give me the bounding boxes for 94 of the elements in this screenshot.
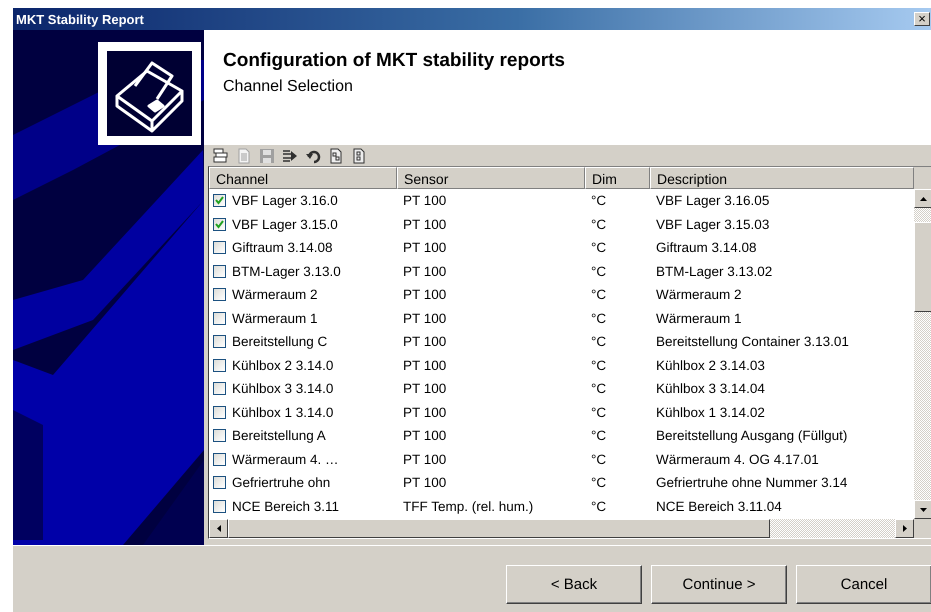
table-cell-text: PT 100 xyxy=(402,287,448,302)
table-cell-text: °C xyxy=(590,404,608,420)
table-cell-text: °C xyxy=(590,216,608,232)
table-cell-text: TFF Temp. (rel. hum.) xyxy=(402,498,534,514)
page-title: Configuration of MKT stability reports xyxy=(223,50,566,72)
table-cell-text: °C xyxy=(590,287,608,302)
table-cell-text: Wärmeraum 1 xyxy=(655,310,743,326)
window-title: MKT Stability Report xyxy=(16,12,144,26)
table-cell-text: °C xyxy=(590,381,608,396)
checkbox[interactable] xyxy=(213,358,226,372)
table-cell-text: PT 100 xyxy=(402,475,448,490)
table-cell-text: PT 100 xyxy=(402,428,448,444)
checkbox[interactable] xyxy=(213,476,226,490)
table-cell-text: BTM-Lager 3.13.02 xyxy=(655,264,774,279)
checkbox[interactable] xyxy=(213,241,226,254)
table-cell: NCE Bereich 3.11 xyxy=(232,498,340,514)
arrow-icon xyxy=(282,148,298,164)
table-cell-text: PT 100 xyxy=(402,240,448,256)
table-cell: Bereitstellung C xyxy=(232,334,328,350)
checkbox[interactable] xyxy=(213,218,226,231)
table-cell: BTM-Lager 3.13.0 xyxy=(232,264,341,279)
checkbox[interactable] xyxy=(213,335,226,348)
table-cell-text: PT 100 xyxy=(402,404,448,420)
table-cell-text: PT 100 xyxy=(402,310,448,326)
table-cell-text: VBF Lager 3.15.03 xyxy=(655,216,770,232)
table-cell-text: Wärmeraum 4. OG 4.17.01 xyxy=(655,452,820,467)
table-cell: Giftraum 3.14.08 xyxy=(232,240,333,256)
table-cell-text: Kühlbox 1 3.14.02 xyxy=(655,404,766,420)
table-cell-text: Giftraum 3.14.08 xyxy=(655,240,758,256)
column-header[interactable]: Dim xyxy=(585,167,650,189)
table-cell-text: PT 100 xyxy=(402,334,448,350)
table-cell-text: Bereitstellung Ausgang (Füllgut) xyxy=(655,428,848,444)
table-cell-text: PT 100 xyxy=(402,264,448,279)
table-cell-text: PT 100 xyxy=(402,193,448,208)
horizontal-scrollbar[interactable] xyxy=(209,519,931,538)
document-icon xyxy=(236,148,252,164)
table-cell-text: °C xyxy=(590,475,608,490)
table-cell: VBF Lager 3.16.0 xyxy=(232,193,338,208)
table-cell-text: °C xyxy=(590,498,608,514)
table-cell-text: °C xyxy=(590,358,608,373)
checkbox[interactable] xyxy=(213,429,226,442)
table-cell-text: PT 100 xyxy=(402,358,448,373)
page-subtitle: Channel Selection xyxy=(223,78,354,96)
columns-icon xyxy=(213,148,229,164)
checkbox[interactable] xyxy=(213,500,226,513)
table-cell-text: °C xyxy=(590,452,608,467)
printer-icon xyxy=(107,51,192,136)
checkbox[interactable] xyxy=(213,382,226,396)
up-arrow-icon xyxy=(920,196,927,200)
table-cell-text: PT 100 xyxy=(402,216,448,232)
table-cell: Wärmeraum 1 xyxy=(232,310,318,326)
table-cell: Bereitstellung A xyxy=(232,428,326,444)
save-icon xyxy=(259,148,275,164)
left-arrow-icon xyxy=(216,525,220,532)
table-cell-text: VBF Lager 3.16.05 xyxy=(655,193,770,208)
checkbox[interactable] xyxy=(213,288,226,302)
table-cell-text: °C xyxy=(590,193,608,208)
table-cell: Kühlbox 2 3.14.0 xyxy=(232,358,334,373)
table-cell: Kühlbox 1 3.14.0 xyxy=(232,404,334,420)
dialog-button[interactable]: < Back xyxy=(506,565,642,604)
table-cell-text: Kühlbox 2 3.14.03 xyxy=(655,358,766,373)
checkbox[interactable] xyxy=(213,312,226,325)
document-icon xyxy=(328,148,344,164)
checkbox[interactable] xyxy=(213,406,226,419)
table-cell-text: °C xyxy=(590,334,608,350)
vertical-scrollbar[interactable] xyxy=(914,189,931,519)
table-cell-text: NCE Bereich 3.11.04 xyxy=(655,498,783,514)
table-cell: Wärmeraum 4. … xyxy=(232,452,339,467)
table-cell-text: °C xyxy=(590,310,608,326)
document-icon xyxy=(351,148,367,164)
dialog-button[interactable]: Cancel xyxy=(796,565,931,604)
table-cell-text: Bereitstellung Container 3.13.01 xyxy=(655,334,850,350)
dialog-button[interactable]: Continue > xyxy=(651,565,787,604)
table-cell: Wärmeraum 2 xyxy=(232,287,318,302)
right-arrow-icon xyxy=(902,525,906,532)
checkbox[interactable] xyxy=(213,264,226,278)
table-cell-text: PT 100 xyxy=(402,381,448,396)
table-cell-text: °C xyxy=(590,264,608,279)
column-header[interactable]: Sensor xyxy=(397,167,585,189)
table-cell-text: °C xyxy=(590,240,608,256)
table-cell-text: Gefriertruhe ohne Nummer 3.14 xyxy=(655,475,848,490)
down-arrow-icon xyxy=(920,508,927,512)
column-header[interactable]: Description xyxy=(650,167,914,189)
table-cell-text: PT 100 xyxy=(402,452,448,467)
column-header[interactable]: Channel xyxy=(209,167,397,189)
table-cell: VBF Lager 3.15.0 xyxy=(232,216,338,232)
table-cell-text: Kühlbox 3 3.14.04 xyxy=(655,381,766,396)
table-cell-text: Wärmeraum 2 xyxy=(655,287,743,302)
table-cell-text: °C xyxy=(590,428,608,444)
checkbox[interactable] xyxy=(213,452,226,466)
table-cell: Gefriertruhe ohn xyxy=(232,475,330,490)
checkbox[interactable] xyxy=(213,194,226,208)
table-cell: Kühlbox 3 3.14.0 xyxy=(232,381,334,396)
close-button[interactable]: × xyxy=(914,12,930,26)
